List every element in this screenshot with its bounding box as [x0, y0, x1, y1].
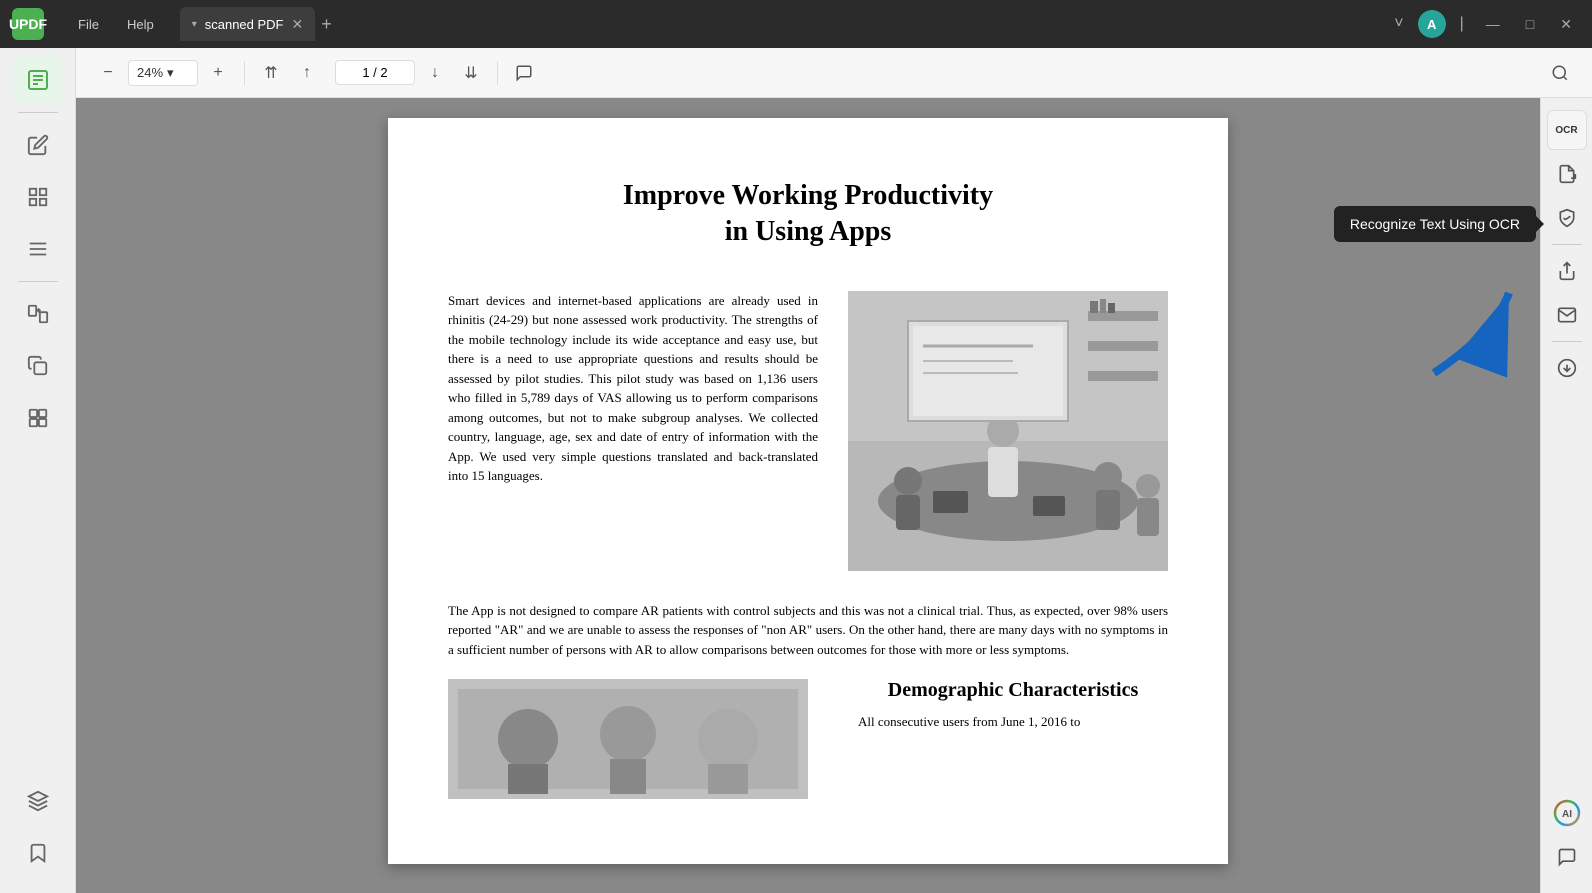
sidebar-bottom: [14, 777, 62, 885]
pdf-title: Improve Working Productivity in Using Ap…: [448, 178, 1168, 251]
nav-next-button[interactable]: ↓: [419, 57, 451, 89]
pdf-title-line1: Improve Working Productivity: [623, 180, 993, 211]
logo-box: UPDF: [12, 8, 44, 40]
tab-close-button[interactable]: ✕: [292, 17, 304, 31]
pdf-main-content: Smart devices and internet-based applica…: [448, 291, 1168, 571]
close-button[interactable]: ✕: [1552, 12, 1580, 37]
nav-last-button[interactable]: ⇊: [455, 57, 487, 89]
protect-button[interactable]: [1547, 198, 1587, 238]
nav-first-button[interactable]: ⇈: [255, 57, 287, 89]
sidebar-icon-organize[interactable]: [14, 173, 62, 221]
avatar[interactable]: A: [1418, 10, 1446, 38]
tab-title: scanned PDF: [205, 17, 284, 32]
sidebar-icon-stamp[interactable]: [14, 394, 62, 442]
zoom-out-button[interactable]: −: [92, 57, 124, 89]
sidebar-icon-reader[interactable]: [14, 56, 62, 104]
share-button[interactable]: [1547, 251, 1587, 291]
page-navigation: [335, 60, 415, 85]
tab-bar: ▾ scanned PDF ✕ +: [180, 7, 1383, 41]
sidebar-icon-convert[interactable]: [14, 290, 62, 338]
toolbar-sep-2: [497, 61, 498, 85]
comment-button[interactable]: [508, 57, 540, 89]
zoom-selector[interactable]: 24% ▾: [128, 60, 198, 86]
ocr-button[interactable]: OCR: [1547, 110, 1587, 150]
page-input[interactable]: [335, 60, 415, 85]
minimize-button[interactable]: —: [1478, 12, 1508, 36]
right-sidebar-divider-2: [1552, 341, 1582, 342]
pdf-image-conference: [848, 291, 1168, 571]
pdf-page: Improve Working Productivity in Using Ap…: [388, 118, 1228, 864]
zoom-dropdown-icon: ▾: [167, 65, 174, 81]
right-sidebar: Recognize Text Using OCR OCR: [1540, 98, 1592, 893]
pdf-paragraph2: The App is not designed to compare AR pa…: [448, 601, 1168, 660]
app-logo: UPDF: [12, 8, 44, 40]
conference-image-svg: [848, 291, 1168, 571]
toolbar: − 24% ▾ + ⇈ ↑ ↓ ⇊: [76, 48, 1592, 98]
right-sidebar-divider-1: [1552, 244, 1582, 245]
zoom-in-button[interactable]: +: [202, 57, 234, 89]
email-button[interactable]: [1547, 295, 1587, 335]
separator-icon: |: [1456, 11, 1468, 37]
sidebar-icon-layers[interactable]: [14, 777, 62, 825]
nav-prev-button[interactable]: ↑: [291, 57, 323, 89]
chevron-down-icon[interactable]: ˅: [1390, 11, 1407, 37]
sidebar-icon-bookmark[interactable]: [14, 829, 62, 877]
ocr-icon-text: OCR: [1555, 125, 1577, 136]
main-area: − 24% ▾ + ⇈ ↑ ↓ ⇊: [0, 48, 1592, 893]
pdf-text-block-1: Smart devices and internet-based applica…: [448, 291, 818, 571]
new-tab-button[interactable]: +: [321, 14, 332, 35]
pdf-second-content: Demographic Characteristics All consecut…: [448, 679, 1168, 804]
sidebar-icon-list[interactable]: [14, 225, 62, 273]
ai-button[interactable]: AI: [1547, 793, 1587, 833]
content-wrapper: − 24% ▾ + ⇈ ↑ ↓ ⇊: [76, 48, 1592, 893]
compress-button[interactable]: [1547, 348, 1587, 388]
pdf-image-2: [448, 679, 808, 799]
sidebar-icon-copy[interactable]: [14, 342, 62, 390]
zoom-value: 24%: [137, 65, 163, 80]
pdf-paragraph3: All consecutive users from June 1, 2016 …: [858, 712, 1168, 732]
chat-button[interactable]: [1547, 837, 1587, 877]
logo-text: UPDF: [9, 16, 47, 32]
content-area: Improve Working Productivity in Using Ap…: [76, 98, 1592, 893]
sidebar-divider-1: [18, 112, 58, 113]
pdf-paragraph1: Smart devices and internet-based applica…: [448, 293, 818, 484]
convert-pdf-button[interactable]: [1547, 154, 1587, 194]
titlebar-right: ˅ A | — □ ✕: [1390, 10, 1580, 38]
tab-dropdown-icon[interactable]: ▾: [192, 19, 197, 30]
sidebar-divider-2: [18, 281, 58, 282]
svg-text:AI: AI: [1562, 809, 1572, 820]
pdf-title-line2: in Using Apps: [725, 216, 892, 247]
menu-help[interactable]: Help: [117, 13, 164, 36]
pdf-viewer[interactable]: Improve Working Productivity in Using Ap…: [76, 98, 1540, 893]
maximize-button[interactable]: □: [1518, 12, 1542, 36]
search-button[interactable]: [1544, 57, 1576, 89]
left-sidebar: [0, 48, 76, 893]
tab-scanned-pdf[interactable]: ▾ scanned PDF ✕: [180, 7, 316, 41]
sidebar-icon-edit[interactable]: [14, 121, 62, 169]
menu-file[interactable]: File: [68, 13, 109, 36]
toolbar-sep-1: [244, 61, 245, 85]
titlebar: UPDF File Help ▾ scanned PDF ✕ + ˅ A | —…: [0, 0, 1592, 48]
pdf-subtitle: Demographic Characteristics: [858, 679, 1168, 702]
